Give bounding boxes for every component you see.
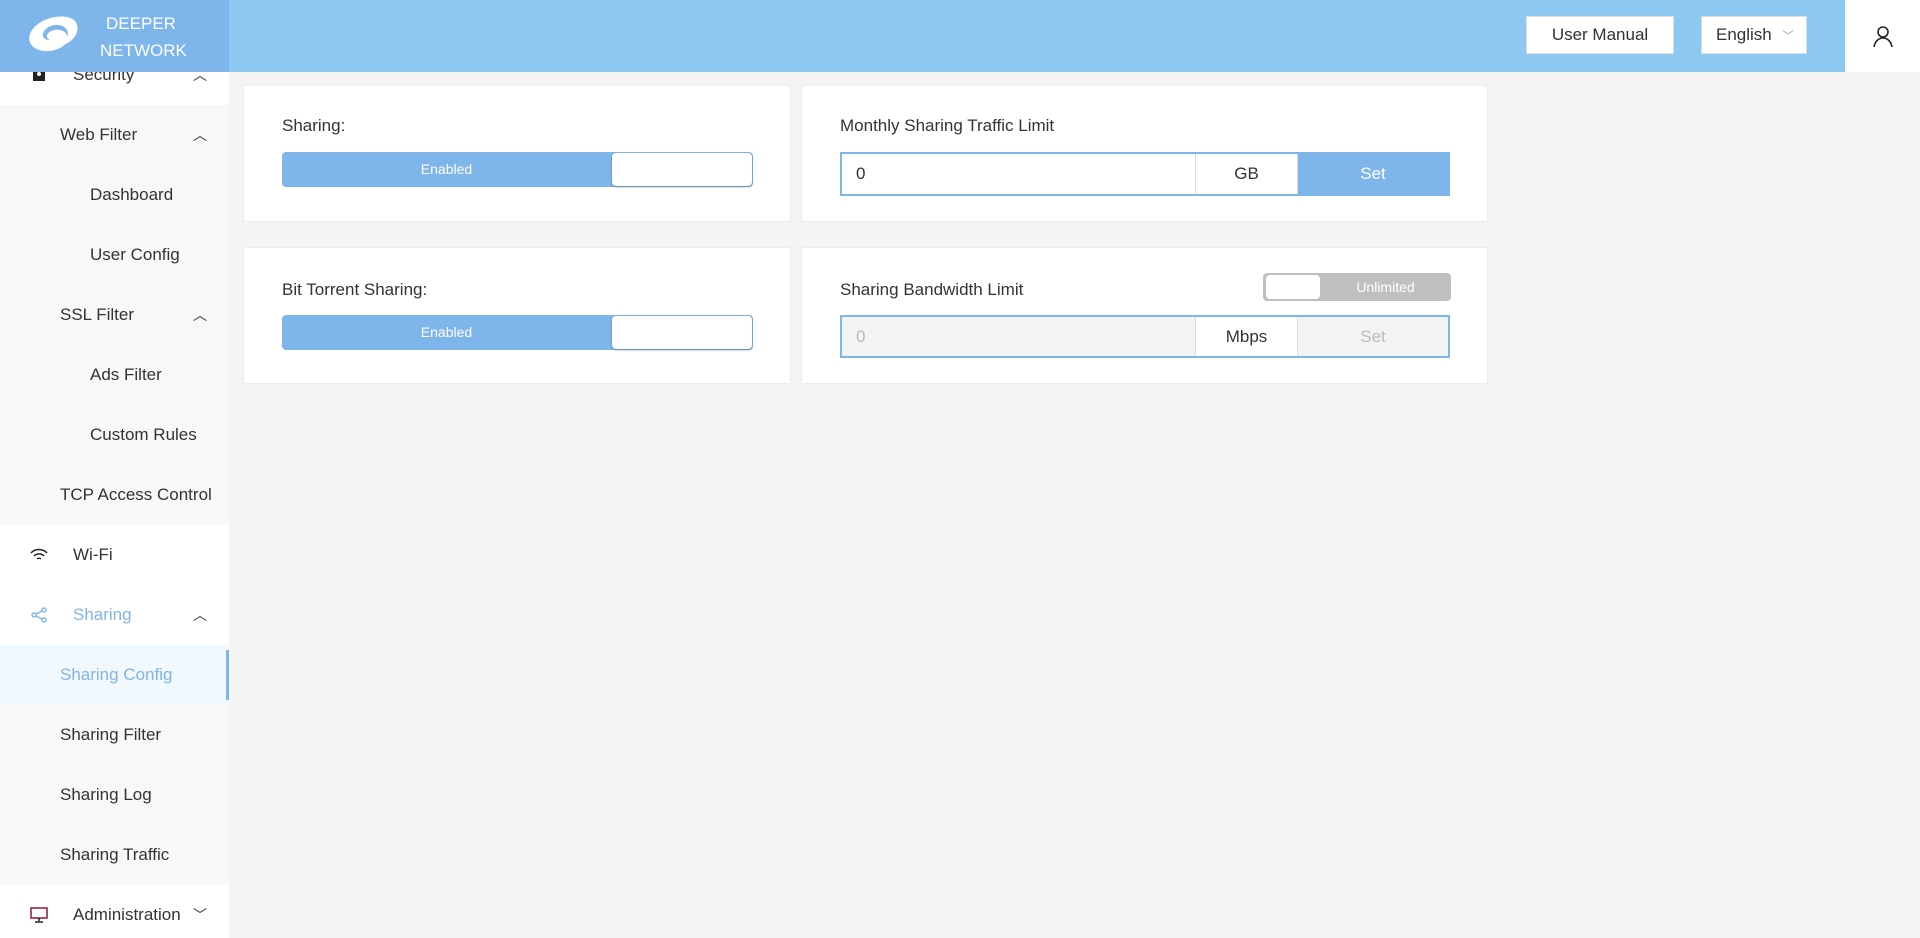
sidebar-item-user-config[interactable]: User Config bbox=[0, 225, 229, 285]
top-header: DEEPER NETWORK User Manual English ﹀ bbox=[0, 0, 1920, 72]
sidebar-item-label: Sharing bbox=[73, 605, 132, 624]
traffic-limit-input[interactable]: 0 bbox=[842, 154, 1196, 194]
sidebar-item-dashboard[interactable]: Dashboard bbox=[0, 165, 229, 225]
logo[interactable]: DEEPER NETWORK bbox=[0, 0, 229, 72]
language-value: English bbox=[1716, 25, 1772, 44]
bandwidth-unit: Mbps bbox=[1196, 317, 1298, 356]
toggle-state: Enabled bbox=[420, 161, 473, 177]
sidebar-item-label: Web Filter bbox=[60, 125, 138, 144]
toggle-state: Enabled bbox=[420, 324, 473, 340]
sidebar-item-label: Dashboard bbox=[90, 185, 174, 204]
user-icon bbox=[1872, 26, 1893, 48]
bandwidth-limit-card: Sharing Bandwidth Limit Unlimited 0 Mbps… bbox=[801, 247, 1488, 384]
sidebar-item-label: TCP Access Control bbox=[60, 485, 212, 504]
chevron-up-icon: ︿ bbox=[193, 607, 207, 623]
share-icon bbox=[28, 604, 50, 626]
unlimited-toggle[interactable]: Unlimited bbox=[1263, 273, 1451, 301]
sidebar-item-tcp-access-control[interactable]: TCP Access Control bbox=[0, 465, 229, 525]
sidebar-item-sharing-filter[interactable]: Sharing Filter bbox=[0, 705, 229, 765]
traffic-limit-group: 0 GB Set bbox=[840, 152, 1450, 196]
sidebar-item-label: Sharing Config bbox=[60, 665, 173, 684]
sidebar-item-sharing[interactable]: Sharing ︿ bbox=[0, 585, 229, 645]
sidebar-item-wifi[interactable]: Wi-Fi bbox=[0, 525, 229, 585]
sidebar-item-label: Sharing Filter bbox=[60, 725, 162, 744]
sidebar-item-label: Wi-Fi bbox=[73, 545, 113, 564]
bandwidth-set-button[interactable]: Set bbox=[1298, 317, 1448, 356]
user-account-button[interactable] bbox=[1845, 0, 1920, 72]
toggle-state: Unlimited bbox=[1356, 279, 1415, 295]
sharing-toggle[interactable]: Enabled bbox=[282, 152, 753, 187]
swirl-logo-icon bbox=[29, 16, 78, 52]
chevron-up-icon: ︿ bbox=[193, 307, 207, 323]
monitor-icon bbox=[28, 904, 50, 926]
sidebar-item-ads-filter[interactable]: Ads Filter bbox=[0, 345, 229, 405]
bandwidth-limit-group: 0 Mbps Set bbox=[840, 315, 1450, 358]
chevron-down-icon: ﹀ bbox=[1781, 28, 1794, 43]
sidebar-item-label: Custom Rules bbox=[90, 425, 197, 444]
language-select[interactable]: English ﹀ bbox=[1701, 16, 1807, 54]
bittorrent-label: Bit Torrent Sharing: bbox=[282, 280, 428, 299]
toggle-knob bbox=[612, 153, 752, 186]
traffic-unit: GB bbox=[1196, 154, 1298, 194]
sidebar-item-sharing-traffic[interactable]: Sharing Traffic bbox=[0, 825, 229, 885]
sidebar: Security ︿ Web Filter ︿ Dashboard User Con… bbox=[0, 0, 229, 938]
brand-name: DEEPER NETWORK bbox=[100, 14, 187, 60]
traffic-limit-title: Monthly Sharing Traffic Limit bbox=[840, 116, 1055, 135]
bandwidth-limit-input[interactable]: 0 bbox=[842, 317, 1196, 356]
sidebar-item-administration[interactable]: Administration ﹀ bbox=[0, 885, 229, 938]
sidebar-item-sharing-config[interactable]: Sharing Config bbox=[0, 645, 229, 705]
sidebar-item-label: Administration bbox=[73, 905, 181, 924]
sidebar-item-label: SSL Filter bbox=[60, 305, 135, 324]
chevron-up-icon: ︿ bbox=[193, 127, 207, 143]
sidebar-item-ssl-filter[interactable]: SSL Filter ︿ bbox=[0, 285, 229, 345]
sharing-card: Sharing: Enabled bbox=[243, 85, 791, 222]
sidebar-item-custom-rules[interactable]: Custom Rules bbox=[0, 405, 229, 465]
user-manual-button[interactable]: User Manual bbox=[1526, 16, 1674, 54]
sidebar-item-sharing-log[interactable]: Sharing Log bbox=[0, 765, 229, 825]
toggle-knob bbox=[1266, 275, 1320, 299]
traffic-set-button[interactable]: Set bbox=[1298, 154, 1448, 194]
bittorrent-toggle[interactable]: Enabled bbox=[282, 315, 753, 350]
sidebar-item-web-filter[interactable]: Web Filter ︿ bbox=[0, 105, 229, 165]
toggle-knob bbox=[612, 316, 752, 349]
sidebar-item-label: Sharing Log bbox=[60, 785, 152, 804]
bandwidth-limit-title: Sharing Bandwidth Limit bbox=[840, 280, 1024, 299]
sidebar-item-label: Sharing Traffic bbox=[60, 845, 170, 864]
sidebar-item-label: Ads Filter bbox=[90, 365, 162, 384]
sidebar-item-label: User Config bbox=[90, 245, 180, 264]
wifi-icon bbox=[28, 544, 50, 566]
traffic-limit-card: Monthly Sharing Traffic Limit 0 GB Set bbox=[801, 85, 1488, 222]
chevron-down-icon: ﹀ bbox=[193, 907, 207, 923]
sharing-label: Sharing: bbox=[282, 116, 346, 135]
bittorrent-card: Bit Torrent Sharing: Enabled bbox=[243, 247, 791, 384]
